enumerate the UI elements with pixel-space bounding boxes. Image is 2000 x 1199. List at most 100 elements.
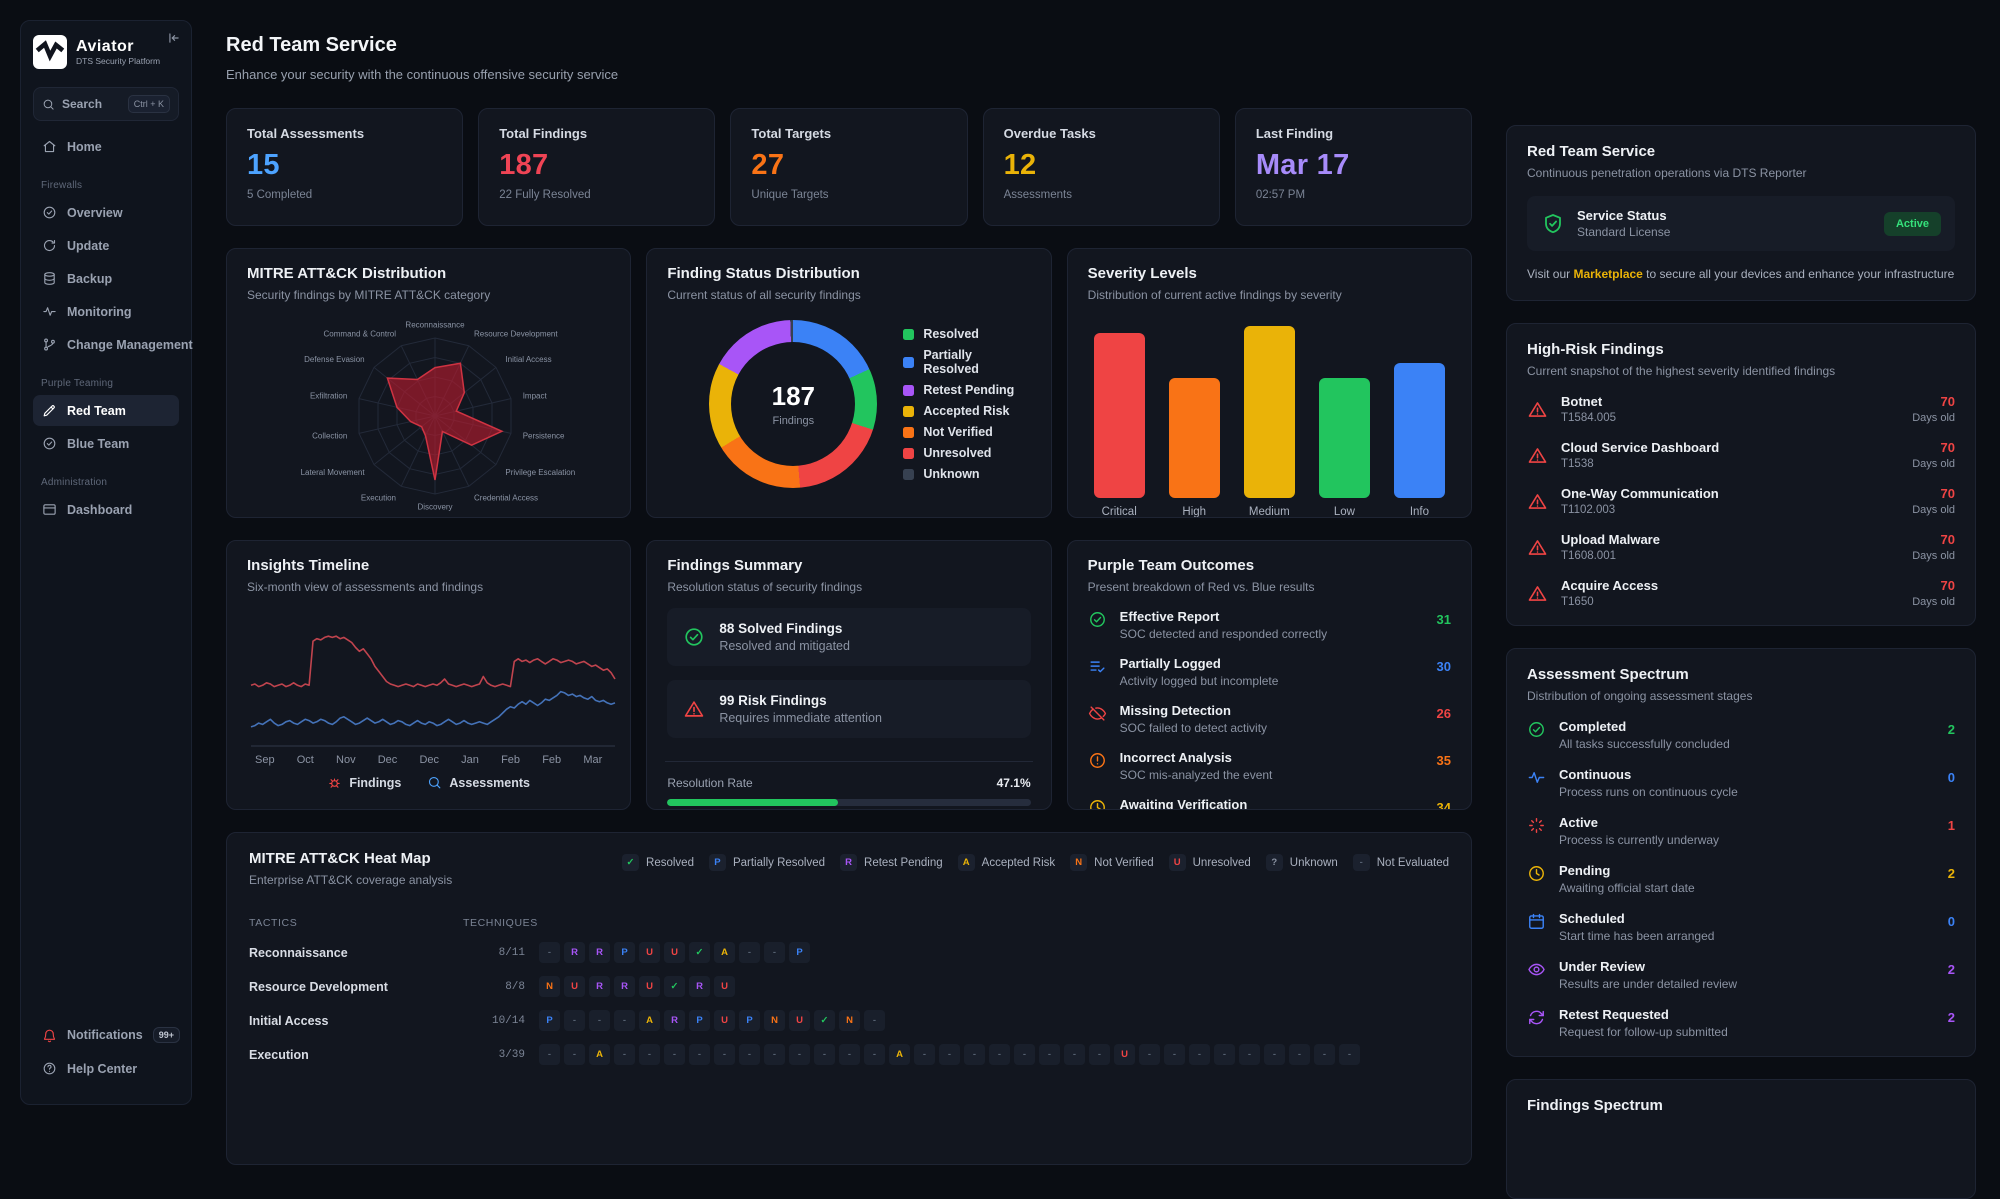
heat-cell[interactable]: A [889, 1044, 910, 1065]
sidebar-item-notifications[interactable]: Notifications99+ [33, 1019, 179, 1051]
heat-cell[interactable]: - [739, 1044, 760, 1065]
high-risk-item-cloud-service-dashboard[interactable]: Cloud Service DashboardT153870Days old [1527, 440, 1955, 470]
heat-cell[interactable]: - [539, 942, 560, 963]
heat-cell[interactable]: N [764, 1010, 785, 1031]
heat-cell[interactable]: A [639, 1010, 660, 1031]
heat-cell[interactable]: R [564, 942, 585, 963]
heat-cell[interactable]: - [614, 1010, 635, 1031]
heat-cell[interactable]: - [1339, 1044, 1360, 1065]
heat-cell[interactable]: - [1039, 1044, 1060, 1065]
heat-cell[interactable]: - [539, 1044, 560, 1065]
heat-cell[interactable]: U [714, 1010, 735, 1031]
marketplace-link[interactable]: Marketplace [1573, 267, 1642, 281]
heat-cell[interactable]: - [689, 1044, 710, 1065]
heat-cell[interactable]: R [614, 976, 635, 997]
heat-cell[interactable]: - [1014, 1044, 1035, 1065]
heat-cell[interactable]: U [1114, 1044, 1135, 1065]
high-risk-item-upload-malware[interactable]: Upload MalwareT1608.00170Days old [1527, 532, 1955, 562]
heat-cell[interactable]: - [864, 1044, 885, 1065]
alert-circle-icon [1088, 751, 1107, 770]
sidebar-item-change-management[interactable]: Change Management [33, 329, 179, 360]
heat-cell[interactable]: - [614, 1044, 635, 1065]
service-status-sub: Standard License [1577, 225, 1670, 239]
heat-cell[interactable]: R [689, 976, 710, 997]
heat-cell[interactable]: P [614, 942, 635, 963]
heat-cell[interactable]: - [564, 1044, 585, 1065]
heat-cell[interactable]: - [639, 1044, 660, 1065]
summary-rows: 88 Solved FindingsResolved and mitigated… [667, 608, 1030, 738]
warning-icon [1527, 399, 1548, 420]
heat-cell[interactable]: - [839, 1044, 860, 1065]
card-subtitle: Present breakdown of Red vs. Blue result… [1088, 580, 1451, 594]
heat-cell[interactable]: U [639, 976, 660, 997]
heat-cell[interactable]: - [1289, 1044, 1310, 1065]
heat-cell[interactable]: - [1189, 1044, 1210, 1065]
heat-cell[interactable]: - [589, 1010, 610, 1031]
heat-cell[interactable]: - [989, 1044, 1010, 1065]
sidebar-item-red-team[interactable]: Red Team [33, 395, 179, 426]
heat-cell[interactable]: - [564, 1010, 585, 1031]
heat-cell[interactable]: U [714, 976, 735, 997]
sidebar-item-overview[interactable]: Overview [33, 197, 179, 228]
heat-cell[interactable]: P [689, 1010, 710, 1031]
heat-cell[interactable]: - [739, 942, 760, 963]
heat-cell[interactable]: - [814, 1044, 835, 1065]
heat-cell[interactable]: - [914, 1044, 935, 1065]
stat-sub: Assessments [1004, 189, 1199, 201]
sidebar-item-home[interactable]: Home [33, 131, 179, 162]
heat-cell[interactable]: - [1239, 1044, 1260, 1065]
heat-cell[interactable]: R [589, 976, 610, 997]
heat-cell[interactable]: A [589, 1044, 610, 1065]
high-risk-item-acquire-access[interactable]: Acquire AccessT165070Days old [1527, 578, 1955, 608]
sidebar-item-blue-team[interactable]: Blue Team [33, 428, 179, 459]
heat-cell[interactable]: - [1089, 1044, 1110, 1065]
heat-cell[interactable]: - [864, 1010, 885, 1031]
card-title: Findings Summary [667, 557, 1030, 574]
heat-cell[interactable]: - [789, 1044, 810, 1065]
heat-cell[interactable]: - [1314, 1044, 1335, 1065]
heat-cell[interactable]: - [664, 1044, 685, 1065]
heat-row-initial-access: Initial Access10/14P---ARPUPNU✓N- [249, 1010, 1449, 1031]
heatmap-rows: Reconnaissance8/11-RRPUU✓A--PResource De… [249, 942, 1449, 1065]
legend-item-unresolved: Unresolved [903, 446, 1030, 460]
heat-cell[interactable]: - [1064, 1044, 1085, 1065]
sidebar-item-dashboard[interactable]: Dashboard [33, 494, 179, 525]
search-input[interactable]: Search Ctrl + K [33, 87, 179, 121]
heat-cell[interactable]: - [1214, 1044, 1235, 1065]
heat-cell[interactable]: ✓ [814, 1010, 835, 1031]
outcome-incorrect-analysis: Incorrect AnalysisSOC mis-analyzed the e… [1088, 750, 1451, 782]
heat-cell[interactable]: - [1264, 1044, 1285, 1065]
resolution-rate-value: 47.1% [997, 776, 1031, 790]
sidebar-item-help-center[interactable]: Help Center [33, 1053, 179, 1084]
card-title: Insights Timeline [247, 557, 610, 574]
heat-cell[interactable]: A [714, 942, 735, 963]
heat-cell[interactable]: - [964, 1044, 985, 1065]
heat-cell[interactable]: U [789, 1010, 810, 1031]
heat-cell[interactable]: U [564, 976, 585, 997]
heat-cell[interactable]: P [789, 942, 810, 963]
heat-cell[interactable]: - [1164, 1044, 1185, 1065]
heat-cell[interactable]: - [1139, 1044, 1160, 1065]
heat-cell[interactable]: U [664, 942, 685, 963]
heat-cell[interactable]: P [739, 1010, 760, 1031]
heat-cell[interactable]: R [664, 1010, 685, 1031]
heat-cell[interactable]: - [764, 942, 785, 963]
sidebar-item-update[interactable]: Update [33, 230, 179, 261]
heat-cell[interactable]: R [589, 942, 610, 963]
high-risk-item-botnet[interactable]: BotnetT1584.00570Days old [1527, 394, 1955, 424]
heat-cell[interactable]: P [539, 1010, 560, 1031]
heat-cell[interactable]: N [539, 976, 560, 997]
heat-cell[interactable]: U [639, 942, 660, 963]
heat-cell[interactable]: N [839, 1010, 860, 1031]
high-risk-item-one-way-communication[interactable]: One-Way CommunicationT1102.00370Days old [1527, 486, 1955, 516]
heat-cell[interactable]: - [939, 1044, 960, 1065]
sidebar-collapse-icon[interactable] [167, 31, 181, 50]
axis-label: Jan [461, 754, 479, 766]
heat-cell[interactable]: - [764, 1044, 785, 1065]
heat-cell[interactable]: ✓ [664, 976, 685, 997]
heat-cell[interactable]: ✓ [689, 942, 710, 963]
sidebar-item-backup[interactable]: Backup [33, 263, 179, 294]
sidebar-item-monitoring[interactable]: Monitoring [33, 296, 179, 327]
findings-spectrum-card: Findings Spectrum [1506, 1079, 1976, 1199]
heat-cell[interactable]: - [714, 1044, 735, 1065]
